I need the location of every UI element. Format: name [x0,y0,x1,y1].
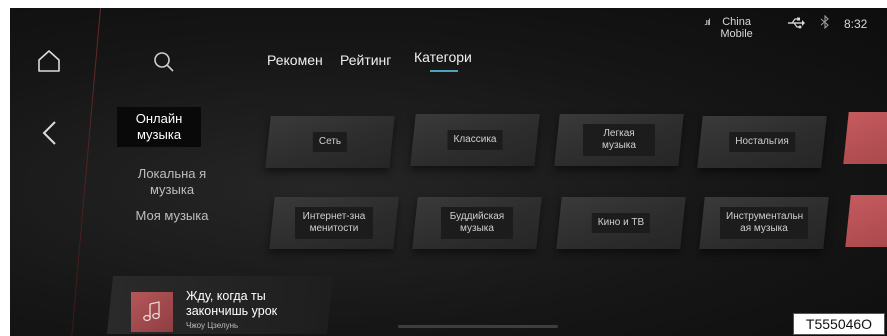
category-card-buddhist-music[interactable]: Буддийская музыка [412,197,542,249]
carrier-name: China Mobile [713,16,761,40]
cellular-status: .ııl China Mobile [704,16,764,40]
usb-icon [788,17,805,29]
bluetooth-icon [820,15,829,29]
category-card-classical[interactable]: Классика [410,114,540,166]
category-card-light-music[interactable]: Легкая музыка [554,114,684,166]
album-art[interactable] [131,292,173,332]
category-label: Ностальгия [729,132,795,152]
category-label-text: Буддийская музыка [449,211,505,234]
song-title: Жду, когда ты закончишь урок [186,289,278,318]
car-music-screen: Рекомен Рейтинг Категори Онлайн музыка Л… [10,8,887,336]
sidebar-item-my-music[interactable]: Моя музыка [122,208,222,224]
back-arrow-icon[interactable] [40,120,60,146]
tab-categories[interactable]: Категори [414,49,472,65]
category-label-text: Инструментальн ая музыка [726,211,804,234]
category-card-partial[interactable]: 氵 [845,195,887,247]
carrier-line-2: Mobile [720,28,753,40]
category-label: Классика [447,130,503,150]
category-card-partial[interactable]: 吉 [843,112,887,164]
category-label: Легкая музыка [583,124,655,156]
category-card-instrumental[interactable]: Инструментальн ая музыка [699,197,829,249]
category-label: Кино и ТВ [591,213,651,233]
category-card-film-tv[interactable]: Кино и ТВ [556,197,686,249]
sidebar-item-local-music[interactable]: Локальна я музыка [122,166,222,198]
home-icon[interactable] [36,48,62,74]
category-label-text: Легкая музыка [602,128,636,151]
tab-recommended[interactable]: Рекомен [267,52,323,68]
category-card-network[interactable]: Сеть [265,116,395,168]
clock: 8:32 [844,17,868,31]
category-card-nostalgia[interactable]: Ностальгия [697,116,827,168]
signal-strength-icon: .ııl [704,17,710,27]
active-tab-indicator [430,70,458,72]
sidebar-divider [70,8,101,336]
category-label: Инструментальн ая музыка [720,207,808,239]
category-card-internet-celebrities[interactable]: Интернет-зна менитости [269,197,399,249]
music-note-icon [143,301,160,322]
carrier-line-1: China [722,16,751,28]
sidebar-item-online-music[interactable]: Онлайн музыка [117,107,201,147]
image-id-label: T555046O [793,313,885,335]
search-icon[interactable] [152,50,176,74]
category-label: Сеть [312,132,348,152]
song-artist: Чжоу Цзелунь [186,321,239,330]
tab-rating[interactable]: Рейтинг [340,52,391,68]
category-label: Интернет-зна менитости [295,207,373,239]
category-label-text: Интернет-зна менитости [302,211,366,234]
category-label: Буддийская музыка [441,207,513,239]
home-indicator[interactable] [398,325,558,328]
